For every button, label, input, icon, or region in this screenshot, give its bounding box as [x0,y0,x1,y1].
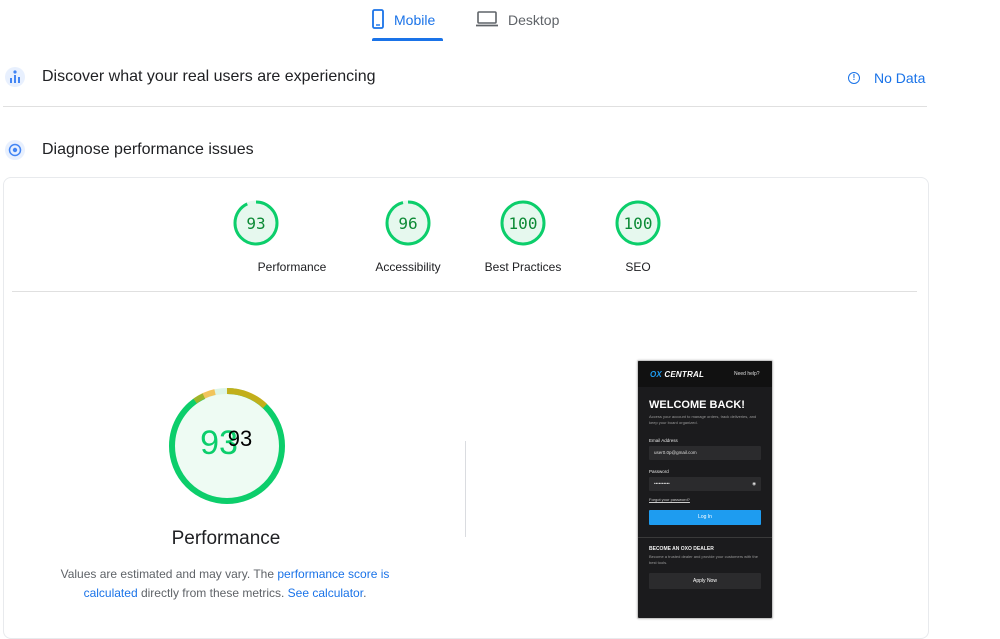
desc-text: . [363,586,367,600]
no-data-status[interactable]: ! No Data [848,70,925,86]
site-logo: OX CENTRAL [650,370,705,379]
section-divider [3,106,927,107]
score-seo[interactable]: 100 [614,199,662,252]
diagnose-title: Diagnose performance issues [42,141,254,158]
active-tab-indicator [372,38,443,41]
mobile-phone-icon [372,8,384,32]
performance-title: Performance [171,528,281,549]
desc-text: directly from these metrics. [137,586,288,600]
tab-desktop[interactable]: Desktop [476,0,559,40]
password-mask: •••••••••• [654,481,670,486]
tab-desktop-label: Desktop [508,12,560,28]
become-dealer-subtitle: Become a trusted dealer and provide your… [649,554,758,565]
welcome-subtitle: Access your account to manage orders, tr… [649,414,757,425]
accessibility-gauge: 96 [385,200,431,246]
svg-text:96: 96 [398,214,417,233]
info-icon: ! [848,72,860,84]
performance-description: Values are estimated and may vary. The p… [50,565,400,603]
score-label-seo: SEO [625,260,651,274]
tab-mobile[interactable]: Mobile [372,0,444,40]
performance-gauge-large: 93 93 [167,386,287,511]
password-field: •••••••••• ◉ [649,477,761,491]
vertical-divider [465,441,466,537]
eye-icon: ◉ [752,481,756,486]
no-data-label: No Data [874,70,926,86]
svg-text:93: 93 [246,214,265,233]
best-practices-gauge: 100 [500,200,546,246]
svg-text:93: 93 [228,426,252,451]
email-label: Email Address [649,438,678,443]
seo-gauge: 100 [615,200,661,246]
score-performance[interactable]: 93 [232,199,280,252]
field-data-title: Discover what your real users are experi… [42,68,376,85]
need-help-text: Need help? [734,371,760,377]
forgot-password-link: Forgot your password? [649,497,690,502]
login-button: Log In [649,510,761,525]
email-field: user0.0p@gmail.com [649,446,761,460]
score-best-practices[interactable]: 100 [499,199,547,252]
performance-gauge: 93 [233,200,279,246]
score-label-performance: Performance [257,260,327,274]
score-label-best-practices: Best Practices [484,260,562,274]
password-label: Password [649,469,669,474]
welcome-heading: WELCOME BACK! [649,399,745,411]
field-data-icon [4,66,26,93]
desktop-icon [476,10,498,30]
score-accessibility[interactable]: 96 [384,199,432,252]
svg-text:100: 100 [509,214,538,233]
apply-now-button: Apply Now [649,573,761,589]
svg-text:100: 100 [624,214,653,233]
desc-text: Values are estimated and may vary. The [60,567,278,581]
ph-divider [638,537,772,538]
score-label-accessibility: Accessibility [375,260,441,274]
see-calculator-link[interactable]: See calculator [288,586,363,600]
become-dealer-title: BECOME AN OXO DEALER [649,546,714,552]
tab-mobile-label: Mobile [394,12,436,28]
diagnose-icon [4,139,26,166]
scores-divider [12,291,917,292]
final-screenshot[interactable]: OX CENTRAL Need help? WELCOME BACK! Acce… [637,360,773,619]
